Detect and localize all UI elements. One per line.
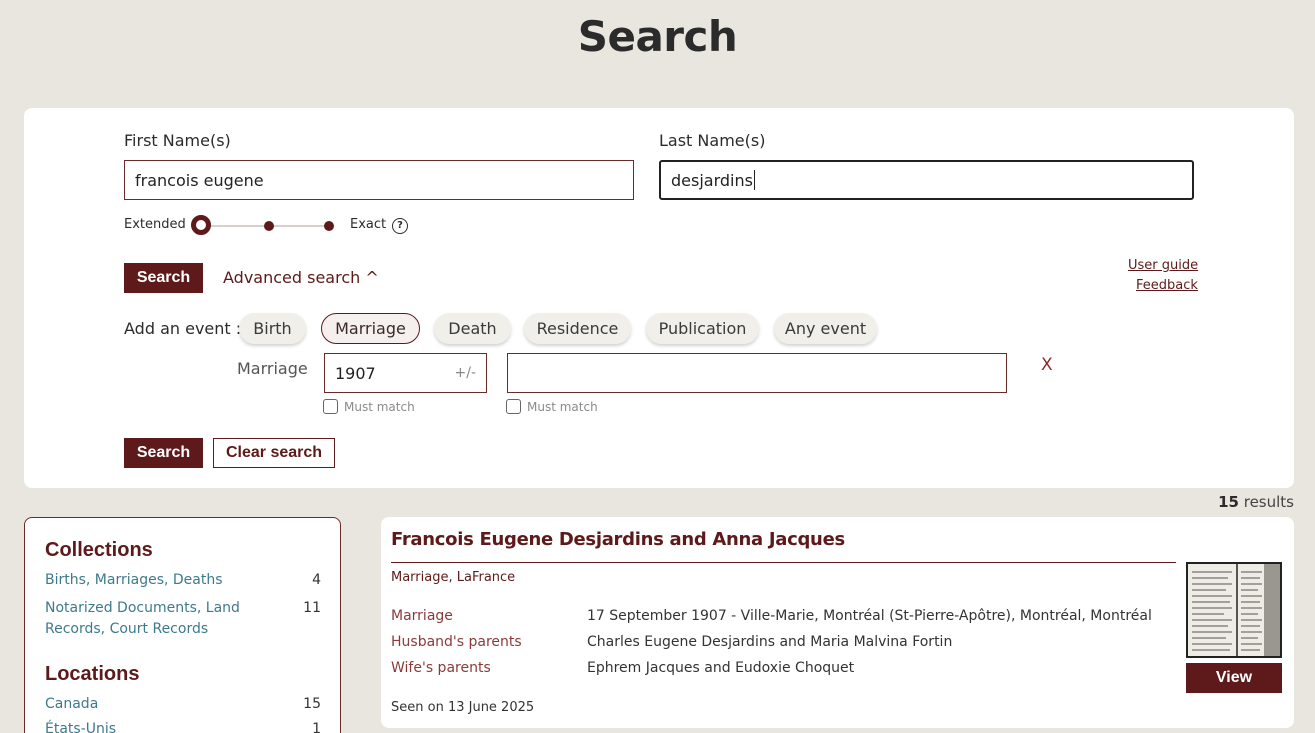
facet-panel: Collections Births, Marriages, Deaths 4 N… <box>24 517 341 733</box>
slider-stop-middle[interactable] <box>264 221 274 231</box>
result-row-label: Husband's parents <box>391 634 522 650</box>
clear-search-button[interactable]: Clear search <box>213 438 335 468</box>
place-must-match-checkbox[interactable] <box>506 399 521 414</box>
event-place-input[interactable] <box>507 353 1007 393</box>
help-icon[interactable]: ? <box>392 218 408 234</box>
view-record-button[interactable]: View <box>1186 663 1282 693</box>
chip-residence[interactable]: Residence <box>524 313 631 344</box>
year-range-toggle[interactable]: +/- <box>455 365 477 381</box>
result-collection: Marriage, LaFrance <box>391 570 516 585</box>
facet-item-location[interactable]: Canada 15 <box>45 694 321 715</box>
year-must-match-label: Must match <box>344 400 415 414</box>
chip-death[interactable]: Death <box>434 313 511 344</box>
add-event-label: Add an event : <box>124 319 242 338</box>
slider-extended-label: Extended <box>124 217 186 232</box>
result-row-label: Marriage <box>391 608 453 624</box>
text-caret <box>753 170 755 190</box>
result-row-label: Wife's parents <box>391 660 491 676</box>
result-title-link[interactable]: Francois Eugene Desjardins and Anna Jacq… <box>391 529 845 550</box>
event-row-label: Marriage <box>237 359 308 378</box>
facet-item-collection[interactable]: Notarized Documents, Land Records, Court… <box>45 598 321 640</box>
result-card: Francois Eugene Desjardins and Anna Jacq… <box>381 517 1294 728</box>
match-slider-handle[interactable] <box>191 215 211 235</box>
result-divider <box>391 562 1176 563</box>
search-button[interactable]: Search <box>124 263 203 293</box>
first-name-label: First Name(s) <box>124 131 231 150</box>
locations-heading: Locations <box>45 663 140 685</box>
event-year-value: 1907 <box>335 363 376 383</box>
chip-publication[interactable]: Publication <box>646 313 759 344</box>
event-year-input[interactable]: 1907 +/- <box>324 353 487 393</box>
advanced-search-toggle[interactable]: Advanced search ^ <box>223 268 379 287</box>
feedback-link[interactable]: Feedback <box>1136 278 1198 293</box>
slider-exact-label: Exact <box>350 217 387 232</box>
user-guide-link[interactable]: User guide <box>1128 258 1198 273</box>
facet-item-collection[interactable]: Births, Marriages, Deaths 4 <box>45 570 321 591</box>
result-seen-date: Seen on 13 June 2025 <box>391 700 535 715</box>
document-thumbnail[interactable] <box>1186 562 1282 658</box>
result-row-value: Charles Eugene Desjardins and Maria Malv… <box>587 634 953 650</box>
chip-any-event[interactable]: Any event <box>774 313 877 344</box>
place-must-match-label: Must match <box>527 400 598 414</box>
result-row-value: 17 September 1907 - Ville-Marie, Montréa… <box>587 608 1152 624</box>
page-title: Search <box>577 12 738 61</box>
chip-marriage[interactable]: Marriage <box>321 313 420 344</box>
year-must-match-checkbox[interactable] <box>323 399 338 414</box>
remove-event-button[interactable]: X <box>1041 355 1053 375</box>
results-count: 15 results <box>1218 493 1294 511</box>
first-name-input[interactable]: francois eugene <box>124 160 634 200</box>
bottom-search-button[interactable]: Search <box>124 438 203 468</box>
result-row-value: Ephrem Jacques and Eudoxie Choquet <box>587 660 855 676</box>
last-name-label: Last Name(s) <box>659 131 766 150</box>
document-page-icon <box>1188 564 1280 656</box>
chip-birth[interactable]: Birth <box>239 313 306 344</box>
collections-heading: Collections <box>45 539 153 561</box>
slider-stop-exact[interactable] <box>324 221 334 231</box>
last-name-input[interactable]: desjardins <box>659 160 1194 200</box>
facet-item-location[interactable]: États-Unis 1 <box>45 719 321 733</box>
